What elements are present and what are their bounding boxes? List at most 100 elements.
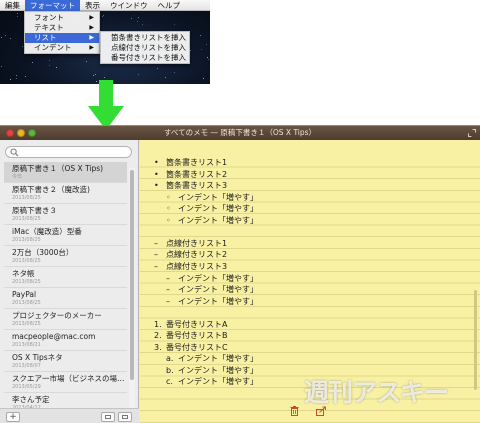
menu-item-label: テキスト	[34, 23, 64, 32]
fullscreen-icon[interactable]	[468, 129, 476, 137]
notes-sidebar: 原稿下書き１（OS X Tips) 今日 原稿下書き２（魔改造) 2013/08/25…	[0, 140, 139, 423]
format-menu-item[interactable]: インデント ▶	[25, 43, 99, 53]
note-date: 2013/05/29	[12, 384, 41, 390]
star	[10, 79, 11, 80]
menubar-item[interactable]: フォーマット	[25, 0, 80, 11]
trash-icon[interactable]	[290, 406, 299, 416]
note-title: 原稿下書き２（魔改造)	[12, 185, 90, 194]
window-title: すべてのメモ — 原稿下書き１（OS X Tips）	[163, 128, 317, 137]
star	[17, 16, 18, 17]
scroll-thumb[interactable]	[130, 170, 134, 380]
star	[190, 50, 191, 51]
note-title: ネタ帳	[12, 269, 35, 278]
star	[25, 76, 26, 77]
menubar-item[interactable]: ヘルプ	[153, 0, 186, 11]
list-item-text: インデント「増やす」	[178, 296, 258, 306]
note-list-item[interactable]: 原稿下書き１（OS X Tips) 今日	[4, 162, 127, 183]
note-title: macpeople@mac.com	[12, 332, 96, 341]
list-marker: a.	[166, 354, 174, 364]
search-icon	[10, 148, 19, 157]
editor-line: – インデント「増やす」	[166, 284, 258, 295]
list-submenu-item[interactable]: 点線付きリストを挿入	[101, 43, 189, 53]
star	[174, 72, 175, 73]
submenu-arrow-icon: ▶	[89, 34, 94, 41]
notes-scrollbar[interactable]	[129, 168, 135, 416]
menubar-item[interactable]: 表示	[80, 0, 105, 11]
list-submenu: 箇条書きリストを挿入 点線付きリストを挿入 番号付きリストを挿入	[100, 31, 190, 64]
list-marker: ◦	[166, 215, 171, 225]
note-title: iMac（魔改造）型番	[12, 227, 82, 236]
editor-line: a. インデント「増やす」	[166, 353, 258, 364]
star	[16, 78, 17, 79]
list-submenu-item[interactable]: 番号付きリストを挿入	[101, 53, 189, 63]
note-title: 2万台（3000台）	[12, 248, 74, 257]
menu-bar: 編集 フォーマット 表示 ウインドウ ヘルプ	[0, 0, 210, 11]
format-menu: フォント ▶ テキスト ▶ リスト ▶ インデント ▶	[24, 11, 100, 54]
note-title: PayPal	[12, 290, 37, 299]
list-item-text: 箇条書きリスト2	[166, 169, 228, 179]
note-list-item[interactable]: macpeople@mac.com 2013/08/21	[4, 330, 127, 351]
note-title: 原稿下書き３	[12, 206, 57, 215]
format-menu-item[interactable]: テキスト ▶	[25, 23, 99, 33]
editor-line: • 箇条書きリスト2	[154, 169, 227, 180]
list-item-text: 箇条書きリスト3	[166, 181, 228, 191]
list-item-text: 点線付きリスト2	[166, 250, 228, 260]
add-note-button[interactable]: +	[6, 412, 20, 422]
note-list-item[interactable]: 2万台（3000台） 2013/08/25	[4, 246, 127, 267]
list-marker: ◦	[166, 204, 171, 214]
list-submenu-item[interactable]: 箇条書きリストを挿入	[101, 33, 189, 43]
list-item-text: 番号付きリストB	[166, 331, 228, 341]
star	[157, 68, 158, 69]
star	[200, 35, 201, 36]
note-list-item[interactable]: スクエア一市場（ビジネスの場… 2013/05/29	[4, 372, 127, 393]
star	[137, 21, 138, 22]
editor-line: c. インデント「増やす」	[166, 376, 258, 387]
note-list-item[interactable]: ネタ帳 2013/08/25	[4, 267, 127, 288]
menubar-item[interactable]: ウインドウ	[105, 0, 153, 11]
editor-line: ◦ インデント「増やす」	[166, 203, 258, 214]
editor-line: – 点線付きリスト3	[154, 261, 227, 272]
list-marker: 3.	[154, 342, 162, 352]
list-marker: •	[154, 169, 159, 179]
submenu-arrow-icon: ▶	[89, 24, 94, 31]
star	[17, 13, 18, 14]
star	[208, 59, 209, 60]
list-marker: 1.	[154, 319, 162, 329]
note-list-item[interactable]: 原稿下書き３ 2013/08/25	[4, 204, 127, 225]
star	[138, 74, 139, 75]
list-item-text: 番号付きリストC	[166, 342, 228, 352]
list-marker: c.	[166, 377, 173, 387]
watermark-logo: 週刊アスキー	[304, 378, 449, 407]
star	[5, 35, 6, 36]
note-list-item[interactable]: PayPal 2013/08/25	[4, 288, 127, 309]
list-item-text: インデント「増やす」	[178, 365, 258, 375]
star	[206, 44, 207, 45]
note-list-item[interactable]: プロジェクターのメーカー 2013/08/25	[4, 309, 127, 330]
sidebar-toolbar: +	[0, 408, 139, 423]
note-title: 原稿下書き１（OS X Tips)	[12, 164, 104, 173]
star	[1, 37, 2, 38]
note-list-item[interactable]: iMac（魔改造）型番 2013/08/25	[4, 225, 127, 246]
star	[49, 65, 50, 66]
list-marker: b.	[166, 365, 174, 375]
note-date: 2013/08/21	[12, 342, 41, 348]
star	[49, 60, 50, 61]
list-item-text: 番号付きリストA	[166, 319, 228, 329]
format-menu-item[interactable]: リスト ▶	[25, 33, 99, 43]
menubar-item[interactable]: 編集	[0, 0, 25, 11]
folder-view-button[interactable]	[118, 412, 132, 422]
note-list-item[interactable]: 原稿下書き２（魔改造) 2013/08/25	[4, 183, 127, 204]
list-marker: 2.	[154, 331, 162, 341]
editor-line: 3. 番号付きリストC	[154, 342, 228, 353]
note-list-item[interactable]: OS X Tipsネタ 2013/08/07	[4, 351, 127, 372]
list-item-text: インデント「増やす」	[178, 285, 258, 295]
list-marker: ◦	[166, 192, 171, 202]
search-input[interactable]	[5, 146, 132, 158]
format-menu-item[interactable]: フォント ▶	[25, 13, 99, 23]
star	[102, 16, 103, 17]
star	[95, 74, 96, 75]
editor-line: 2. 番号付きリストB	[154, 330, 228, 341]
note-date: 2013/08/25	[12, 216, 41, 222]
list-view-button[interactable]	[101, 412, 115, 422]
note-date: 2013/08/07	[12, 363, 41, 369]
